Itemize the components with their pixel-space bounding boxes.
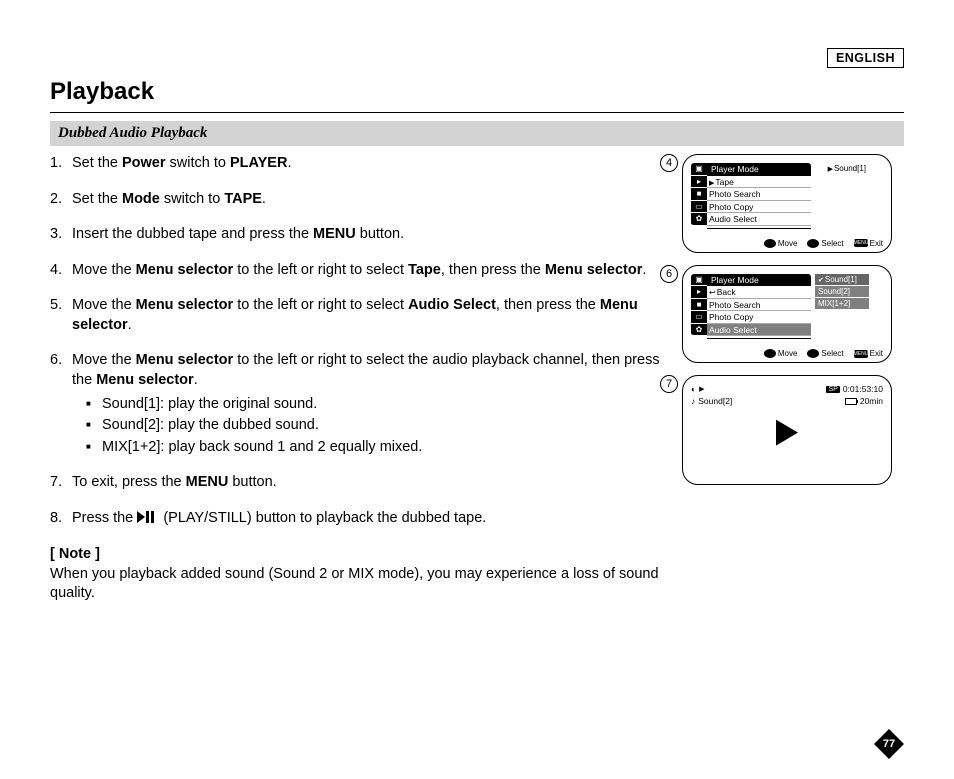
ok-icon [807,239,819,248]
hint-select: Select [807,239,843,248]
settings-icon: ✿ [691,324,707,337]
hint-exit: MENUExit [854,349,883,358]
step-4: 4. Move the Menu selector to the left or… [50,261,662,281]
play-indicator-icon: ▶ [699,385,704,393]
page-title: Playback [50,78,904,113]
memory-icon: ■ [691,188,707,201]
step-6: 6. Move the Menu selector to the left or… [50,351,662,457]
tape-remain: 20min [860,396,883,406]
ok-icon [807,349,819,358]
step-number: 6. [50,351,62,371]
menu-item-back: ↩Back [707,286,811,299]
step-6-bullet: MIX[1+2]: play back sound 1 and 2 equall… [72,438,662,458]
language-badge: ENGLISH [827,48,904,68]
hint-move: Move [764,349,798,358]
play-still-icon [137,510,159,530]
play-icon [776,420,798,446]
dial-icon: ◐ [691,384,696,394]
memory-icon: ■ [691,299,707,312]
step-6-bullet: Sound[2]: play the dubbed sound. [72,416,662,436]
hint-move: Move [764,239,798,248]
step-1: 1. Set the Power switch to PLAYER. [50,154,662,174]
instructions-column: 1. Set the Power switch to PLAYER. 2. Se… [50,154,682,604]
menu-item-audio-select: Audio Select ✔Sound[1] Sound[2] MIX[1+2] [707,324,811,337]
menu-key-icon: MENU [854,350,868,358]
display-icon: ▭ [691,201,707,214]
step-number: 5. [50,296,62,316]
step-number: 1. [50,154,62,174]
menu-item-photo-copy: Photo Copy [707,311,811,324]
screen-step-7: 7 ◐ ▶ SP 0:01:53:10 ♪ Sound[2] [682,375,904,485]
step-3: 3. Insert the dubbed tape and press the … [50,225,662,245]
step-number: 4. [50,261,62,281]
step-badge: 7 [660,375,678,393]
menu-item-photo-search: Photo Search [707,299,811,312]
page-number-badge: 77 [874,729,904,759]
camera-icon: ▸ [691,176,707,189]
step-8: 8. Press the (PLAY/STILL) button to play… [50,509,662,530]
note-block: [ Note ] When you playback added sound (… [50,545,662,604]
section-heading: Dubbed Audio Playback [50,121,904,146]
step-number: 2. [50,190,62,210]
sound-mode-label: Sound[2] [698,396,732,406]
step-7: 7. To exit, press the MENU button. [50,473,662,493]
menu-item-photo-search: Photo Search [707,188,811,201]
menu-item-tape: ▶Tape [707,176,811,189]
tape-icon: ▣ [691,163,707,176]
sub-item-sound2: Sound[2] [815,286,869,297]
screens-column: 4 ▣ ▸ ■ ▭ ✿ Player Mode ▶Tape Photo Sear… [682,154,904,604]
hint-select: Select [807,349,843,358]
joystick-icon [764,239,776,248]
menu-item-audio-select: Audio Select ▶Sound[1] [707,213,811,226]
step-number: 3. [50,225,62,245]
display-icon: ▭ [691,311,707,324]
audio-icon: ♪ [691,396,695,406]
screen-step-6: 6 ▣ ▸ ■ ▭ ✿ Player Mode ↩Back Photo Sear… [682,265,904,364]
joystick-icon [764,349,776,358]
note-title: [ Note ] [50,545,662,565]
step-badge: 4 [660,154,678,172]
battery-icon [845,398,857,405]
step-2: 2. Set the Mode switch to TAPE. [50,190,662,210]
step-badge: 6 [660,265,678,283]
page-number: 77 [874,729,904,759]
hint-exit: MENUExit [854,239,883,248]
settings-icon: ✿ [691,213,707,226]
menu-header: Player Mode [707,274,811,287]
menu-value: ▶Sound[1] [828,163,866,177]
note-body: When you playback added sound (Sound 2 o… [50,565,662,604]
step-6-bullet: Sound[1]: play the original sound. [72,395,662,415]
sub-item-sound1: ✔Sound[1] [815,274,869,285]
step-number: 7. [50,473,62,493]
step-5: 5. Move the Menu selector to the left or… [50,296,662,335]
menu-item-photo-copy: Photo Copy [707,201,811,214]
menu-key-icon: MENU [854,239,868,247]
step-number: 8. [50,509,62,529]
screen-step-4: 4 ▣ ▸ ■ ▭ ✿ Player Mode ▶Tape Photo Sear… [682,154,904,253]
tape-icon: ▣ [691,274,707,287]
timecode: 0:01:53:10 [843,384,883,394]
speed-badge: SP [826,386,839,393]
sub-item-mix: MIX[1+2] [815,298,869,309]
camera-icon: ▸ [691,286,707,299]
menu-header: Player Mode [707,163,811,176]
